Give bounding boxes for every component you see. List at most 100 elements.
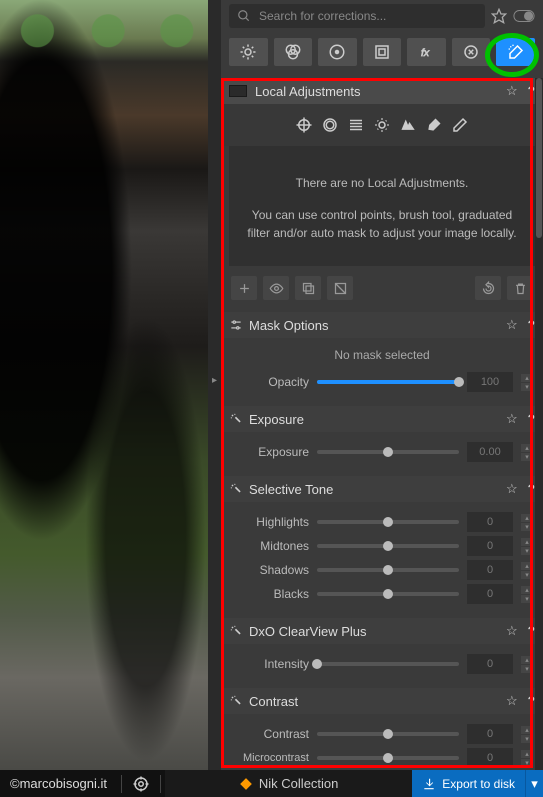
panel-collapse-handle[interactable]: ▸ [212, 375, 217, 386]
tool-luminosity-mask[interactable] [370, 114, 394, 136]
exposure-slider[interactable] [317, 450, 459, 454]
search-input[interactable]: Search for corrections... [229, 4, 485, 28]
microcontrast-label: Microcontrast [231, 752, 309, 764]
favorite-icon[interactable]: ☆ [506, 623, 518, 639]
section-title: Local Adjustments [255, 84, 500, 99]
invert-mask-button[interactable] [327, 276, 353, 300]
contrast-value[interactable]: 0 [467, 724, 513, 744]
export-dropdown[interactable]: ▾ [525, 770, 543, 797]
exposure-spinner[interactable]: ▴▾ [521, 444, 533, 461]
highlights-slider[interactable] [317, 520, 459, 524]
section-header-selective-tone[interactable]: Selective Tone ☆ ? [221, 476, 543, 502]
section-title: DxO ClearView Plus [249, 624, 500, 639]
tab-local-adjustments[interactable] [496, 38, 535, 66]
favorite-icon[interactable]: ☆ [506, 317, 518, 333]
intensity-slider[interactable] [317, 662, 459, 666]
section-header-contrast[interactable]: Contrast ☆ ? [221, 688, 543, 714]
reset-button[interactable] [475, 276, 501, 300]
delete-button[interactable] [507, 276, 533, 300]
shadows-label: Shadows [231, 563, 309, 577]
contrast-slider[interactable] [317, 732, 459, 736]
tool-control-line[interactable] [318, 114, 342, 136]
sliders-icon [229, 318, 243, 332]
tab-color[interactable] [274, 38, 313, 66]
section-title: Exposure [249, 412, 500, 427]
nik-collection-button[interactable]: Nik Collection [165, 770, 412, 797]
section-header-clearview[interactable]: DxO ClearView Plus ☆ ? [221, 618, 543, 644]
no-mask-label: No mask selected [231, 344, 533, 370]
microcontrast-value[interactable]: 0 [467, 748, 513, 768]
help-icon[interactable]: ? [528, 482, 535, 496]
section-header-local-adjustments[interactable]: Local Adjustments ☆ ? [221, 78, 543, 104]
spinner[interactable]: ▴▾ [521, 514, 533, 531]
favorite-icon[interactable]: ☆ [506, 481, 518, 497]
tab-effects[interactable]: fx [407, 38, 446, 66]
magic-icon [229, 412, 243, 426]
opacity-value[interactable]: 100 [467, 372, 513, 392]
tool-control-point[interactable] [292, 114, 316, 136]
add-mask-button[interactable] [231, 276, 257, 300]
tab-light[interactable] [229, 38, 268, 66]
microcontrast-slider[interactable] [317, 756, 459, 760]
la-empty-message: There are no Local Adjustments. You can … [229, 146, 535, 266]
svg-text:fx: fx [421, 47, 430, 59]
download-icon [422, 777, 436, 791]
help-icon[interactable]: ? [528, 412, 535, 426]
shadows-value[interactable]: 0 [467, 560, 513, 580]
help-icon[interactable]: ? [528, 318, 535, 332]
blacks-slider[interactable] [317, 592, 459, 596]
section-header-exposure[interactable]: Exposure ☆ ? [221, 406, 543, 432]
tab-watermark[interactable] [452, 38, 491, 66]
spinner[interactable]: ▴▾ [521, 562, 533, 579]
tool-graduated-filter[interactable] [344, 114, 368, 136]
tab-geometry[interactable] [363, 38, 402, 66]
export-button[interactable]: Export to disk [412, 770, 525, 797]
spinner[interactable]: ▴▾ [521, 538, 533, 555]
intensity-value[interactable]: 0 [467, 654, 513, 674]
section-header-mask-options[interactable]: Mask Options ☆ ? [221, 312, 543, 338]
favorite-icon[interactable]: ☆ [506, 411, 518, 427]
opacity-spinner[interactable]: ▴▾ [521, 374, 533, 391]
midtones-value[interactable]: 0 [467, 536, 513, 556]
tool-eraser[interactable] [448, 114, 472, 136]
help-icon[interactable]: ? [528, 624, 535, 638]
section-title: Selective Tone [249, 482, 500, 497]
opacity-label: Opacity [231, 375, 309, 389]
shadows-slider[interactable] [317, 568, 459, 572]
softproof-icon[interactable] [132, 775, 150, 793]
intensity-label: Intensity [231, 657, 309, 671]
spinner[interactable]: ▴▾ [521, 656, 533, 673]
highlights-value[interactable]: 0 [467, 512, 513, 532]
spinner[interactable]: ▴▾ [521, 750, 533, 767]
contrast-label: Contrast [231, 727, 309, 741]
scroll-thumb[interactable] [536, 78, 542, 238]
spinner[interactable]: ▴▾ [521, 586, 533, 603]
section-title: Contrast [249, 694, 500, 709]
favorite-icon[interactable]: ☆ [506, 693, 518, 709]
help-icon[interactable]: ? [528, 694, 535, 708]
panel-toggle[interactable] [513, 9, 535, 23]
tab-detail[interactable] [318, 38, 357, 66]
spinner[interactable]: ▴▾ [521, 726, 533, 743]
duplicate-mask-button[interactable] [295, 276, 321, 300]
tool-brush[interactable] [422, 114, 446, 136]
favorite-icon[interactable]: ☆ [506, 83, 518, 99]
opacity-slider[interactable] [317, 380, 459, 384]
blacks-label: Blacks [231, 587, 309, 601]
scrollbar[interactable] [535, 78, 543, 770]
favorites-filter-icon[interactable] [491, 8, 507, 24]
help-icon[interactable]: ? [528, 84, 535, 98]
la-tool-row [221, 104, 543, 146]
image-preview [0, 0, 208, 770]
nik-icon [239, 777, 253, 791]
highlights-label: Highlights [231, 515, 309, 529]
magic-icon [229, 694, 243, 708]
exposure-value[interactable]: 0.00 [467, 442, 513, 462]
midtones-slider[interactable] [317, 544, 459, 548]
magic-icon [229, 482, 243, 496]
blacks-value[interactable]: 0 [467, 584, 513, 604]
show-mask-button[interactable] [263, 276, 289, 300]
tool-auto-mask[interactable] [396, 114, 420, 136]
search-icon [237, 9, 251, 23]
la-color-chip [229, 85, 247, 97]
